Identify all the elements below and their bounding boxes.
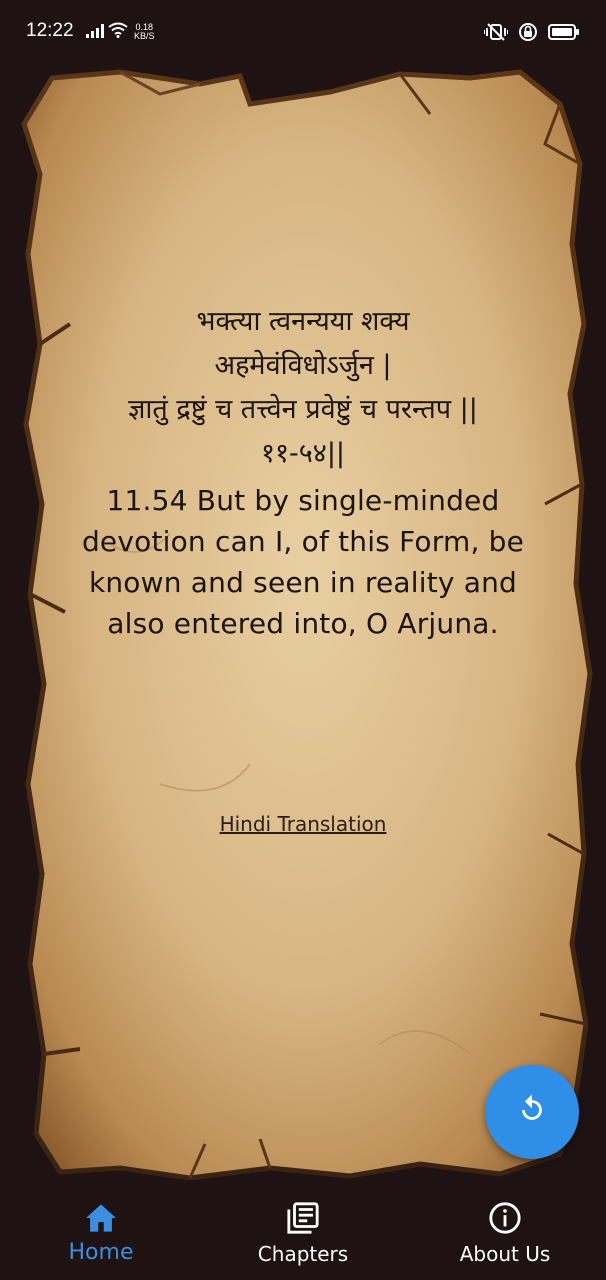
battery-icon <box>548 23 580 45</box>
nav-chapters-label: Chapters <box>257 1242 349 1266</box>
status-right-icons <box>483 22 580 46</box>
signal-icon <box>86 23 104 42</box>
nav-chapters[interactable]: Chapters <box>202 1186 404 1280</box>
verse-block: भक्त्या त्वनन्यया शक्य अहमेवंविधोऽर्जुन … <box>60 300 546 644</box>
nav-about-us-label: About Us <box>459 1242 551 1266</box>
vibrate-icon <box>483 23 509 45</box>
status-left-icons: 0.18 KB/S <box>86 22 155 42</box>
english-translation: 11.54 But by single-minded devotion can … <box>81 484 525 640</box>
refresh-button[interactable] <box>485 1065 579 1159</box>
sanskrit-verse: भक्त्या त्वनन्यया शक्य अहमेवंविधोऽर्जुन … <box>128 306 478 469</box>
bottom-navigation: Home Chapters About Us <box>0 1186 606 1280</box>
net-speed: 0.18 KB/S <box>134 23 155 41</box>
alarm-icon <box>518 22 538 46</box>
chapters-icon <box>285 1200 321 1236</box>
status-time: 12:22 <box>26 20 74 41</box>
nav-home[interactable]: Home <box>0 1186 202 1280</box>
refresh-icon <box>515 1093 549 1131</box>
status-bar: 12:22 0.18 KB/S <box>0 0 606 64</box>
home-icon <box>83 1200 119 1236</box>
nav-home-label: Home <box>68 1240 134 1265</box>
wifi-icon <box>108 22 128 42</box>
nav-about-us[interactable]: About Us <box>404 1186 606 1280</box>
net-speed-unit: KB/S <box>134 31 155 41</box>
hindi-translation-link[interactable]: Hindi Translation <box>0 812 606 836</box>
info-icon <box>487 1200 523 1236</box>
